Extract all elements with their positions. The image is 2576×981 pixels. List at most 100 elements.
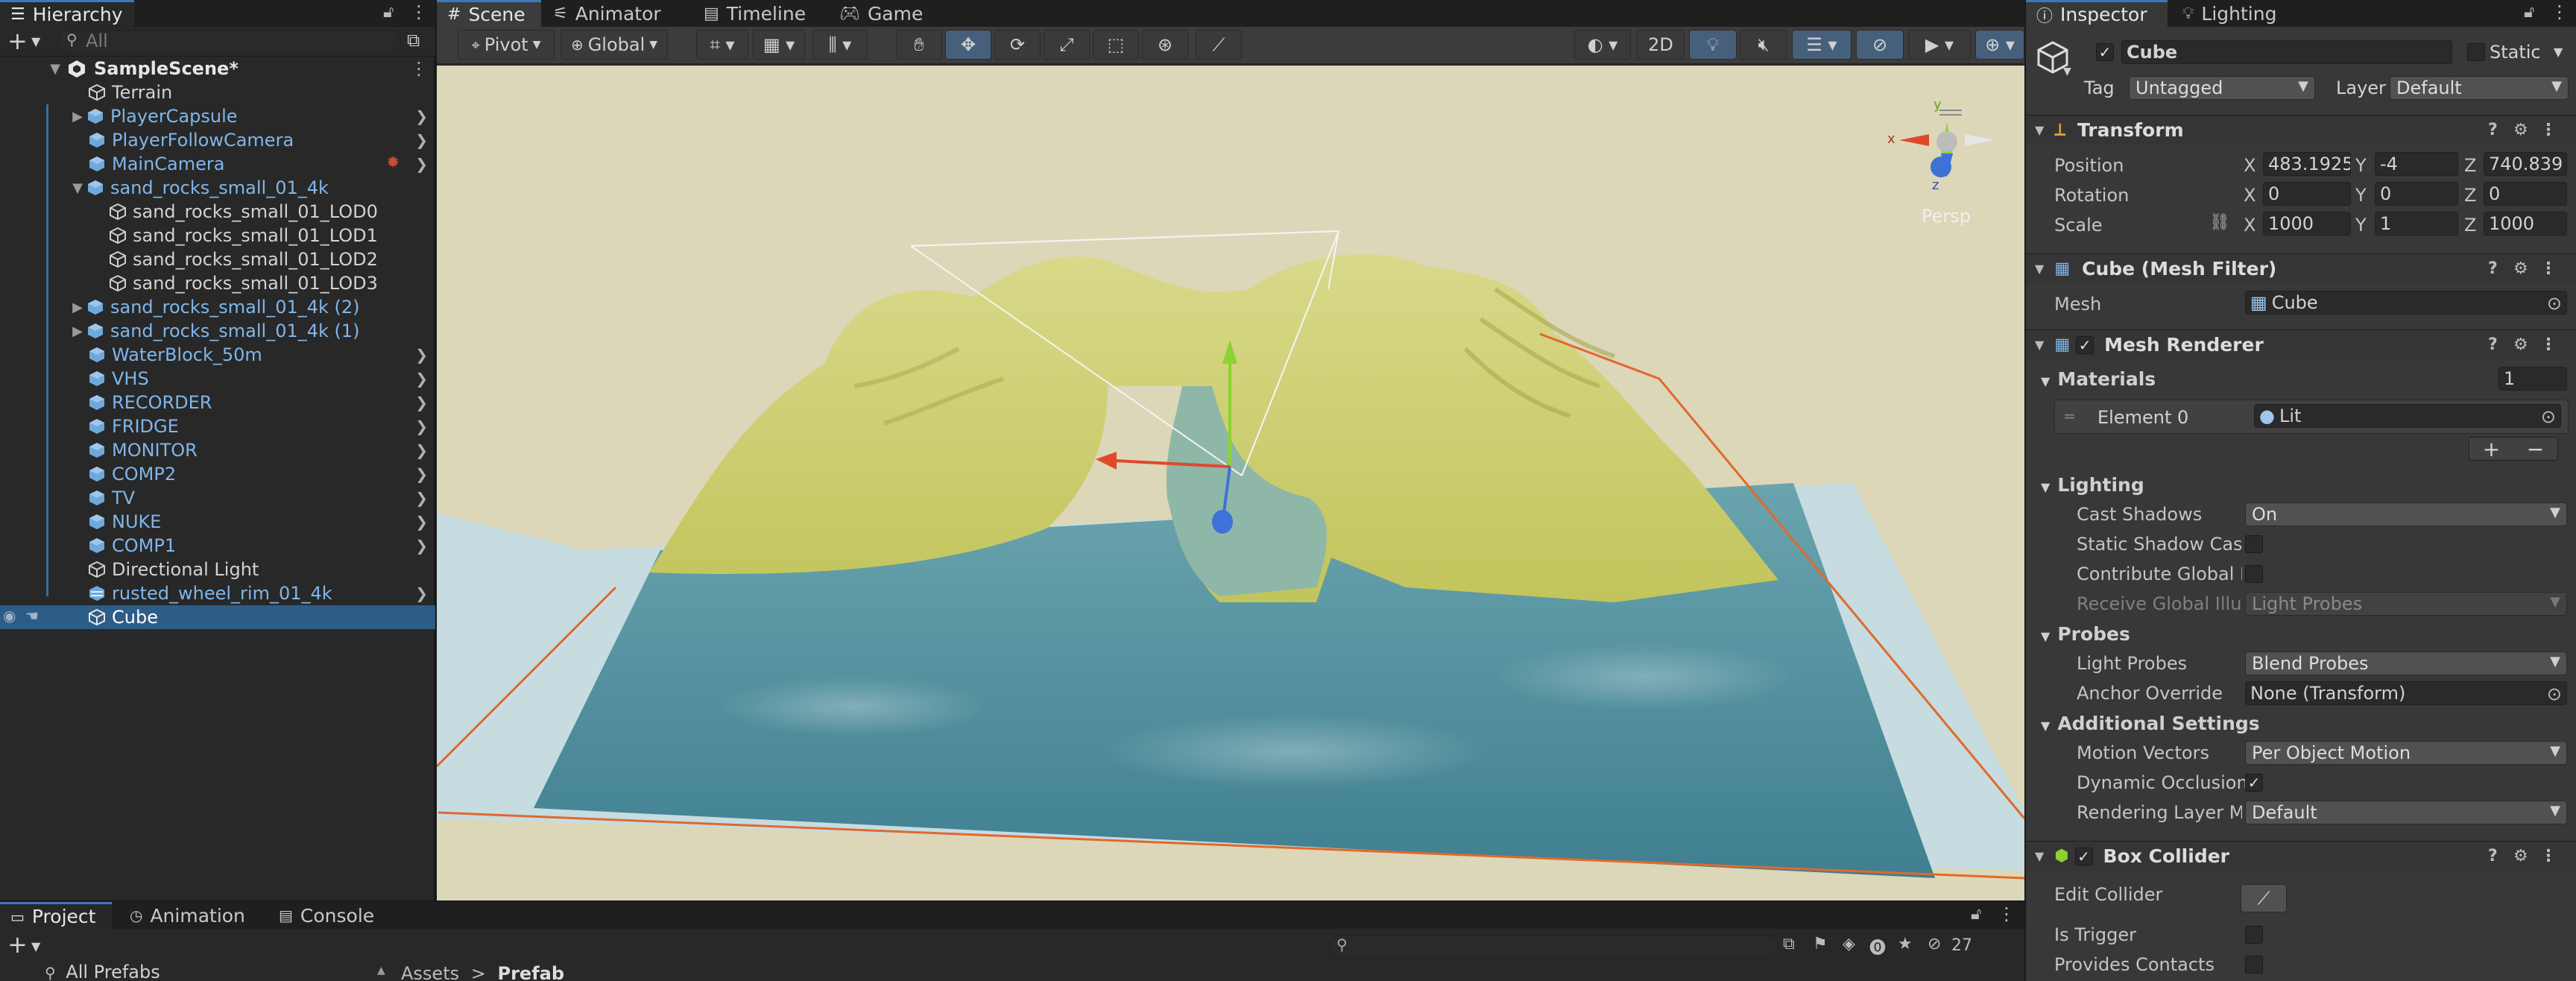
add-plus-icon[interactable]: + [7,27,28,55]
favorite-star-icon[interactable]: ★ [1898,935,1913,953]
hierarchy-item-lod0[interactable]: sand_rocks_small_01_LOD0 [0,200,435,224]
box-collider-enabled-checkbox[interactable]: ✓ [2074,847,2093,865]
project-search-input[interactable]: ⚲ [1330,935,1778,957]
open-prefab-arrow-icon[interactable]: ❯ [415,394,428,411]
layer-dropdown[interactable]: Default ▼ [2390,76,2569,100]
hierarchy-item-monitor[interactable]: MONITOR ❯ [0,438,435,462]
global-dropdown[interactable]: ⊕ Global ▼ [561,30,668,60]
tab-animator[interactable]: ⚟ Animator [543,0,672,27]
lighting-toggle[interactable]: 💡︎ [1689,30,1737,60]
object-name-field[interactable]: Cube [2121,40,2452,64]
search-by-label-icon[interactable]: ⚑ [1813,935,1828,953]
scale-y-field[interactable]: 1 [2375,212,2458,236]
tab-lighting[interactable]: 💡︎ Lighting [2172,0,2287,27]
open-prefab-arrow-icon[interactable]: ❯ [415,131,428,149]
expand-arrow-icon[interactable]: ▶ [69,300,86,315]
pickability-hand-icon[interactable]: ☚ [25,607,39,625]
hand-tool-button[interactable]: ✋︎ [896,30,942,60]
rotate-tool-button[interactable]: ⟳ [994,30,1041,60]
persp-label[interactable]: Persp [1922,206,1971,227]
static-shadow-checkbox[interactable] [2245,535,2263,553]
draw-mode-dropdown[interactable]: ◐ ▾ [1574,30,1631,60]
hierarchy-item-playercapsule[interactable]: ▶ PlayerCapsule ❯ [0,104,435,128]
drag-handle-icon[interactable]: = [2063,407,2076,425]
hierarchy-item-sand-rocks[interactable]: ▼ sand_rocks_small_01_4k [0,176,435,200]
contribute-gi-checkbox[interactable] [2245,565,2263,583]
warning-bug-icon[interactable]: ✹ [386,154,400,172]
tab-console[interactable]: ▤ Console [268,902,385,929]
tab-scene[interactable]: # Scene [437,0,541,27]
scene-viewport[interactable]: y x z Persp [437,66,2024,900]
tab-project[interactable]: ▭ Project [0,902,112,929]
help-icon[interactable]: ? [2488,259,2498,278]
preset-sliders-icon[interactable]: ⚙ [2513,335,2528,354]
toggle-2d-button[interactable]: 2D [1637,30,1685,60]
hierarchy-item-fridge[interactable]: FRIDGE ❯ [0,414,435,438]
preset-sliders-icon[interactable]: ⚙ [2513,121,2528,139]
box-collider-header[interactable]: ▼ ⬢ ✓ Box Collider ? ⚙ ⋮ [2026,841,2576,871]
hierarchy-item-vhs[interactable]: VHS ❯ [0,367,435,391]
gizmo-x-arrow[interactable] [1096,452,1117,470]
motion-vectors-dropdown[interactable]: Per Object Motion ▼ [2245,741,2567,765]
hierarchy-item-comp1[interactable]: COMP1 ❯ [0,534,435,558]
hidden-packages-icon[interactable]: ⊘ [1928,935,1941,953]
hierarchy-item-cube[interactable]: ◉ ☚ Cube [0,605,435,629]
position-y-field[interactable]: -4 [2375,152,2458,176]
rotation-y-field[interactable]: 0 [2375,182,2458,206]
rect-tool-button[interactable]: ⬚ [1093,30,1139,60]
hierarchy-item-nuke[interactable]: NUKE ❯ [0,510,435,534]
open-prefab-arrow-icon[interactable]: ❯ [415,417,428,435]
mesh-renderer-enabled-checkbox[interactable]: ✓ [2076,335,2094,354]
position-x-field[interactable]: 483.1925 [2263,152,2351,176]
orientation-gizmo[interactable] [1899,110,1995,177]
dynamic-occlusion-checkbox[interactable]: ✓ [2245,774,2263,792]
hierarchy-item-waterblock[interactable]: WaterBlock_50m ❯ [0,343,435,367]
chevron-down-icon[interactable]: ▼ [31,939,40,953]
scroll-up-icon[interactable]: ▲ [377,965,385,977]
more-menu-icon[interactable]: ⋮ [1998,903,2015,924]
anchor-override-field[interactable]: None (Transform) ⊙ [2245,681,2567,705]
add-plus-icon[interactable]: + [7,930,28,959]
move-tool-button[interactable]: ✥ [945,30,991,60]
mesh-filter-header[interactable]: ▼ ▦ Cube (Mesh Filter) ? ⚙ ⋮ [2026,253,2576,283]
chevron-down-icon[interactable]: ▼ [31,34,40,48]
tag-dropdown[interactable]: Untagged ▼ [2129,76,2315,100]
open-prefab-arrow-icon[interactable]: ❯ [415,584,428,602]
open-prefab-arrow-icon[interactable]: ❯ [415,513,428,531]
active-checkbox[interactable]: ✓ [2096,43,2114,61]
open-prefab-arrow-icon[interactable]: ❯ [415,155,428,173]
cast-shadows-dropdown[interactable]: On ▼ [2245,502,2567,526]
breadcrumb-assets[interactable]: Assets [401,963,459,981]
tab-timeline[interactable]: ▤ Timeline [693,0,816,27]
expand-arrow-icon[interactable]: ▶ [69,109,86,124]
additional-settings-foldout[interactable]: ▼ Additional Settings [2041,713,2260,734]
open-prefab-arrow-icon[interactable]: ❯ [415,346,428,364]
component-menu-icon[interactable]: ⋮ [2540,847,2557,865]
visibility-eye-icon[interactable]: ◉ [3,607,16,625]
scene-visibility-icon[interactable]: ⧉ [407,30,420,51]
tab-inspector[interactable]: ⓘ Inspector [2026,0,2168,27]
is-trigger-checkbox[interactable] [2245,926,2263,944]
hierarchy-item-lod2[interactable]: sand_rocks_small_01_LOD2 [0,247,435,271]
materials-foldout[interactable]: ▼ Materials [2041,368,2156,390]
light-probes-dropdown[interactable]: Blend Probes ▼ [2245,652,2567,675]
position-z-field[interactable]: 740.839 [2484,152,2567,176]
lighting-foldout[interactable]: ▼ Lighting [2041,474,2144,496]
scale-tool-button[interactable]: ⤢ [1044,30,1090,60]
transform-header[interactable]: ▼ ⟂ Transform ? ⚙ ⋮ [2026,115,2576,145]
hierarchy-item-lod3[interactable]: sand_rocks_small_01_LOD3 [0,271,435,295]
add-element-button[interactable]: + [2483,438,2500,460]
open-prefab-arrow-icon[interactable]: ❯ [415,370,428,388]
hierarchy-search-input[interactable]: ⚲ All [58,30,401,52]
probes-foldout[interactable]: ▼ Probes [2041,623,2130,645]
constrain-link-icon[interactable]: ⛓︎ [2209,213,2230,232]
edit-collider-button[interactable]: ⟋ [2241,884,2287,912]
hierarchy-item-playerfollowcamera[interactable]: PlayerFollowCamera ❯ [0,128,435,152]
expand-arrow-icon[interactable]: ▶ [69,324,86,339]
hierarchy-item-sand-rocks-1[interactable]: ▶ sand_rocks_small_01_4k (1) [0,319,435,343]
hierarchy-item-tv[interactable]: TV ❯ [0,486,435,510]
rotation-x-field[interactable]: 0 [2263,182,2351,206]
rendering-layer-dropdown[interactable]: Default ▼ [2245,801,2567,824]
pivot-dropdown[interactable]: ⌖ Pivot ▼ [458,30,555,60]
grid-snap-button[interactable]: ⌗ ▾ [696,30,748,60]
